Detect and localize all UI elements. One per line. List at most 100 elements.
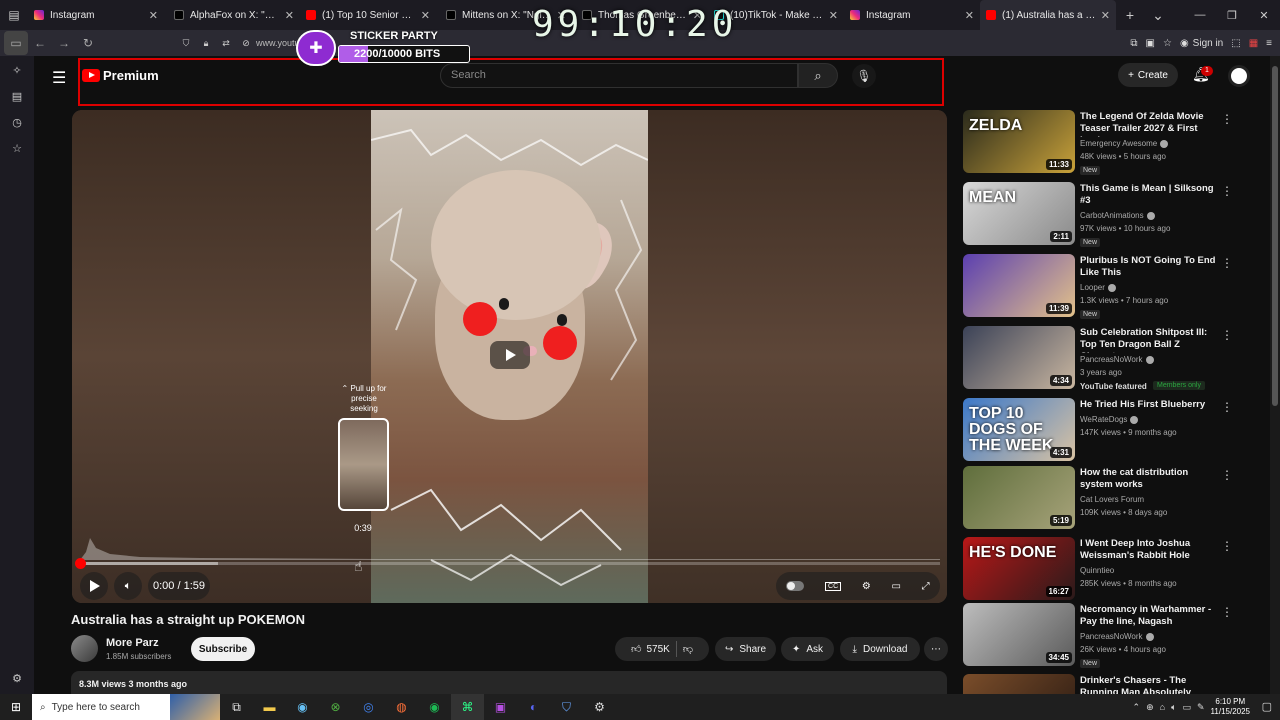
settings-gear-icon[interactable]: ⚙: [862, 581, 871, 592]
discord-icon[interactable]: ◐: [517, 694, 550, 720]
recommendation-channel[interactable]: PancreasNoWork: [1080, 355, 1154, 364]
terminal-icon[interactable]: ⌘: [451, 694, 484, 720]
more-vert-icon[interactable]: ⋮: [1221, 328, 1233, 342]
synced-tabs-icon[interactable]: ▤: [7, 88, 27, 104]
recommendation-title[interactable]: Drinker's Chasers - The Running Man Abso…: [1080, 675, 1220, 694]
subscribe-button[interactable]: Subscribe: [191, 637, 255, 661]
recommendation-title[interactable]: This Game is Mean | Silksong #3: [1080, 183, 1220, 207]
firefox-icon[interactable]: ◍: [385, 694, 418, 720]
minimize-icon[interactable]: —: [1184, 0, 1216, 30]
guide-menu-icon[interactable]: ☰: [52, 68, 66, 88]
bookmark-star-icon[interactable]: ☆: [1163, 38, 1172, 49]
extension-badge-icon[interactable]: ▦: [1249, 38, 1258, 49]
recommendation-title[interactable]: How the cat distribution system works: [1080, 467, 1220, 491]
browser-tab[interactable]: Instagram ✕: [844, 0, 980, 30]
video-thumbnail[interactable]: 34:45: [963, 603, 1075, 666]
recommendation-channel[interactable]: Looper: [1080, 283, 1116, 292]
browser-tab[interactable]: AlphaFox on X: "Some peo ✕: [164, 0, 300, 30]
video-thumbnail[interactable]: 5:19: [963, 466, 1075, 529]
recommendation-item[interactable]: 4:34 Sub Celebration Shitpost III: Top Te…: [963, 326, 1263, 391]
voice-search-button[interactable]: 🎙︎: [852, 64, 876, 88]
steam-icon[interactable]: ◉: [286, 694, 319, 720]
lock-icon[interactable]: 🔒︎: [196, 38, 216, 49]
restore-icon[interactable]: ❐: [1216, 0, 1248, 30]
captions-icon[interactable]: CC: [825, 581, 842, 591]
video-thumbnail[interactable]: HE'S DONE 16:27: [963, 537, 1075, 600]
browser-tab[interactable]: Instagram ✕: [28, 0, 164, 30]
description-box[interactable]: 8.3M views 3 months ago: [71, 671, 947, 694]
bookmarks-icon[interactable]: ☆: [7, 140, 27, 156]
channel-name[interactable]: More Parz: [106, 637, 159, 649]
search-highlight-image[interactable]: [170, 694, 220, 720]
progress-bar[interactable]: [75, 558, 940, 569]
shield-icon[interactable]: ⛉: [176, 38, 196, 49]
like-button[interactable]: 👍︎ 575K: [631, 643, 670, 656]
sidebar-settings-icon[interactable]: ⚙: [7, 670, 27, 686]
recommendation-title[interactable]: The Legend Of Zelda Movie Teaser Trailer…: [1080, 111, 1220, 137]
channel-avatar[interactable]: [71, 635, 98, 662]
recommendation-item[interactable]: 5:19 How the cat distribution system work…: [963, 466, 1263, 530]
recommendation-item[interactable]: 34:45 Necromancy in Warhammer - Pay the l…: [963, 603, 1263, 668]
tab-overflow-chevron-icon[interactable]: ⌄: [1144, 7, 1172, 24]
nzxt-icon[interactable]: ▣: [484, 694, 517, 720]
sidebar-toggle-icon[interactable]: ▭: [4, 31, 28, 55]
back-icon[interactable]: ←: [28, 31, 52, 55]
recommendation-title[interactable]: Necromancy in Warhammer - Pay the line, …: [1080, 604, 1220, 628]
recommendation-item[interactable]: Drinker's Chasers - The Running Man Abso…: [963, 674, 1263, 694]
recommendation-channel[interactable]: PancreasNoWork: [1080, 632, 1154, 641]
new-tab-icon[interactable]: +: [1116, 7, 1144, 23]
video-thumbnail[interactable]: 4:34: [963, 326, 1075, 389]
more-vert-icon[interactable]: ⋮: [1221, 184, 1233, 198]
recommendation-channel[interactable]: Quinntieo: [1080, 566, 1114, 575]
recommendation-channel[interactable]: WeRateDogs: [1080, 415, 1139, 424]
close-window-icon[interactable]: ✕: [1248, 0, 1280, 30]
dislike-button[interactable]: 👎︎: [683, 643, 693, 655]
battery-icon[interactable]: ▭: [1182, 702, 1191, 713]
search-button[interactable]: ⌕: [798, 63, 838, 88]
menu-icon[interactable]: ≡: [1266, 38, 1272, 49]
video-thumbnail[interactable]: MEAN 2:11: [963, 182, 1075, 245]
windows-start-icon[interactable]: ⊞: [0, 694, 32, 720]
recommendation-item[interactable]: TOP 10 DOGS OF THE WEEK 4:31 He Tried His …: [963, 398, 1263, 462]
share-button[interactable]: ↪ Share: [715, 637, 776, 661]
scrollbar-thumb[interactable]: [1272, 66, 1278, 406]
spotify-icon[interactable]: ◉: [418, 694, 451, 720]
recommendation-item[interactable]: MEAN 2:11 This Game is Mean | Silksong #3 C…: [963, 182, 1263, 247]
tray-app-icon[interactable]: ⊕: [1146, 702, 1154, 713]
recommendation-channel[interactable]: Emergency Awesome: [1080, 139, 1169, 148]
browser-tab[interactable]: (1) Australia has a straight ✕: [980, 0, 1116, 30]
close-tab-icon[interactable]: ✕: [965, 9, 974, 22]
more-vert-icon[interactable]: ⋮: [1221, 605, 1233, 619]
history-icon[interactable]: ◷: [7, 114, 27, 130]
screenshot-icon[interactable]: ▣: [1146, 38, 1155, 49]
recommendation-channel[interactable]: CarbotAnimations: [1080, 211, 1155, 220]
pen-icon[interactable]: ✎: [1197, 702, 1205, 713]
reload-icon[interactable]: ↻: [76, 31, 100, 55]
recommendation-item[interactable]: ZELDA 11:33 The Legend Of Zelda Movie Teas…: [963, 110, 1263, 175]
more-vert-icon[interactable]: ⋮: [1221, 539, 1233, 553]
center-play-button[interactable]: [490, 341, 530, 369]
settings-icon[interactable]: ⚙: [583, 694, 616, 720]
search-input[interactable]: Search: [440, 63, 798, 88]
taskbar-clock[interactable]: 6:10 PM 11/15/2025: [1211, 697, 1250, 717]
more-actions-button[interactable]: ⋯: [924, 637, 948, 661]
play-button[interactable]: [80, 572, 108, 600]
scrubber-knob[interactable]: [75, 558, 86, 569]
video-thumbnail[interactable]: [963, 674, 1075, 694]
picture-in-picture-icon[interactable]: ⧉: [1130, 38, 1137, 49]
recommendation-title[interactable]: Sub Celebration Shitpost III: Top Ten Dr…: [1080, 327, 1220, 353]
video-thumbnail[interactable]: ZELDA 11:33: [963, 110, 1075, 173]
theater-mode-icon[interactable]: ▭: [892, 581, 901, 592]
download-button[interactable]: ⤓ Download: [840, 637, 920, 661]
ai-chat-icon[interactable]: ✧: [7, 62, 27, 78]
page-scrollbar[interactable]: [1270, 56, 1280, 694]
video-thumbnail[interactable]: 11:39: [963, 254, 1075, 317]
tray-chevron-icon[interactable]: ⌃: [1133, 702, 1141, 713]
sign-in-button[interactable]: ◉ Sign in: [1180, 38, 1223, 49]
taskbar-search-input[interactable]: ⌕ Type here to search: [32, 694, 170, 720]
url-text[interactable]: www.youtu: [256, 38, 300, 48]
shield-app-icon[interactable]: ⛉: [550, 694, 583, 720]
notification-center-icon[interactable]: ▢: [1262, 700, 1272, 713]
ask-button[interactable]: ✦ Ask: [781, 637, 834, 661]
recommendation-channel[interactable]: Cat Lovers Forum: [1080, 495, 1144, 504]
